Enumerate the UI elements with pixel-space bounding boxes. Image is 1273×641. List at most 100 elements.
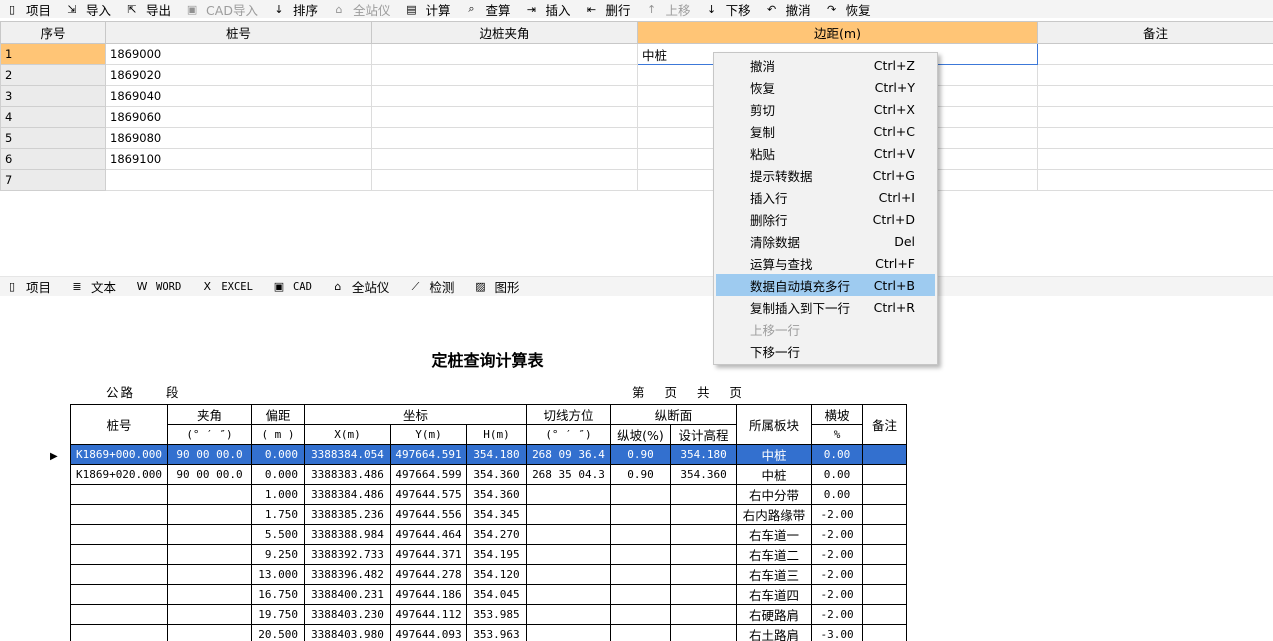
grid-stake-cell[interactable]: 1869100 (105, 148, 372, 170)
report-cell-h: 354.045 (466, 584, 527, 605)
grid-column-header[interactable]: 备注 (1037, 21, 1273, 44)
grid-note-cell[interactable] (1037, 127, 1273, 149)
grid-row-index[interactable]: 1 (0, 43, 106, 65)
toolbar-button-label: 下移 (725, 2, 751, 18)
output-button-5[interactable]: ⌂ 全站仪 (326, 278, 389, 296)
grid-row-index[interactable]: 4 (0, 106, 106, 128)
grid-row[interactable]: 1 1869000 中桩 (0, 43, 1273, 65)
grid-angle-cell[interactable] (371, 43, 638, 65)
toolbar-button-0[interactable]: ▯ 项目 (0, 0, 51, 18)
toolbar-button-12[interactable]: ↶ 撤消 (760, 0, 811, 18)
grid-column-header[interactable]: 桩号 (105, 21, 372, 44)
grid-note-cell[interactable] (1037, 148, 1273, 170)
menu-item[interactable]: 删除行 Ctrl+D (716, 208, 935, 230)
output-button-4[interactable]: ▣ CAD (267, 278, 312, 296)
report-row[interactable]: 5.500 3388388.984 497644.464 354.270 右车道一 -2.… (70, 524, 908, 545)
menu-item[interactable]: 数据自动填充多行 Ctrl+B (716, 274, 935, 296)
grid-row-index[interactable]: 3 (0, 85, 106, 107)
grid-note-cell[interactable] (1037, 85, 1273, 107)
output-button-7[interactable]: ▨ 图形 (468, 278, 519, 296)
report-row[interactable]: K1869+020.000 90 00 00.0 0.000 3388383.486 4… (70, 464, 908, 485)
grid-row[interactable]: 6 1869100 (0, 148, 1273, 170)
toolbar-button-6[interactable]: ▤ 计算 (399, 0, 450, 18)
report-row[interactable]: 13.000 3388396.482 497644.278 354.120 右车道三 -2… (70, 564, 908, 585)
header-angle: 夹角 (167, 404, 252, 425)
toolbar-button-8[interactable]: ⇥ 插入 (520, 0, 571, 18)
grid-row[interactable]: 5 1869080 (0, 127, 1273, 149)
output-button-3[interactable]: X EXCEL (195, 278, 253, 296)
insert-row-icon: ⇥ (526, 2, 537, 16)
menu-item[interactable]: 复制插入到下一行 Ctrl+R (716, 296, 935, 318)
grid-angle-cell[interactable] (371, 85, 638, 107)
grid-note-cell[interactable] (1037, 64, 1273, 86)
toolbar-button-10[interactable]: ↑ 上移 (640, 0, 691, 18)
menu-item[interactable]: 上移一行 (716, 318, 935, 340)
report-row[interactable]: 1.750 3388385.236 497644.556 354.345 右内路缘带 -2… (70, 504, 908, 525)
output-button-1[interactable]: ≣ 文本 (65, 278, 116, 296)
toolbar-button-9[interactable]: ⇤ 删行 (580, 0, 631, 18)
menu-item[interactable]: 提示转数据 Ctrl+G (716, 164, 935, 186)
grid-column-header[interactable]: 边桩夹角 (371, 21, 638, 44)
grid-stake-cell[interactable] (105, 169, 372, 191)
grid-stake-cell[interactable]: 1869080 (105, 127, 372, 149)
toolbar-button-3[interactable]: ▣ CAD导入 (180, 0, 258, 18)
toolbar-button-2[interactable]: ⇱ 导出 (120, 0, 171, 18)
menu-item[interactable]: 剪切 Ctrl+X (716, 98, 935, 120)
total-station-icon: ⌂ (335, 2, 343, 16)
toolbar-button-13[interactable]: ↷ 恢复 (820, 0, 871, 18)
grid-column-header[interactable]: 边距(m) (637, 21, 1038, 44)
grid-note-cell[interactable] (1037, 106, 1273, 128)
menu-item[interactable]: 下移一行 (716, 340, 935, 362)
menu-item[interactable]: 清除数据 Del (716, 230, 935, 252)
grid-row-index[interactable]: 6 (0, 148, 106, 170)
toolbar-button-1[interactable]: ⇲ 导入 (60, 0, 111, 18)
menu-item[interactable]: 粘贴 Ctrl+V (716, 142, 935, 164)
grid-row-index[interactable]: 2 (0, 64, 106, 86)
grid-row[interactable]: 7 (0, 169, 1273, 191)
grid-row[interactable]: 2 1869020 (0, 64, 1273, 86)
grid-note-cell[interactable] (1037, 43, 1273, 65)
report-cell-x: 3388400.231 (304, 584, 391, 605)
stake-report-table: 桩号 夹角 偏距 坐标 切线方位 纵断面 所属板块 横坡 备注 (° ′ ″) … (70, 404, 908, 641)
report-row[interactable]: 20.500 3388403.980 497644.093 353.963 右土路肩 -3… (70, 624, 908, 641)
report-cell-h: 354.195 (466, 544, 527, 565)
grid-angle-cell[interactable] (371, 148, 638, 170)
grid-row[interactable]: 3 1869040 (0, 85, 1273, 107)
toolbar-button-label: 计算 (425, 2, 451, 18)
grid-stake-cell[interactable]: 1869040 (105, 85, 372, 107)
grid-angle-cell[interactable] (371, 64, 638, 86)
grid-stake-cell[interactable]: 1869020 (105, 64, 372, 86)
report-cell-angle (167, 504, 252, 525)
grid-row-index[interactable]: 7 (0, 169, 106, 191)
report-row[interactable]: 19.750 3388403.230 497644.112 353.985 右硬路肩 -2… (70, 604, 908, 625)
report-cell-block: 右车道一 (736, 524, 813, 545)
toolbar-button-5[interactable]: ⌂ 全站仪 (327, 0, 390, 18)
output-button-2[interactable]: W WORD (130, 278, 182, 296)
grid-note-cell[interactable] (1037, 169, 1273, 191)
menu-item[interactable]: 运算与查找 Ctrl+F (716, 252, 935, 274)
toolbar-button-4[interactable]: ↓ 排序 (267, 0, 318, 18)
report-cell-elev: 354.360 (669, 464, 738, 485)
menu-item[interactable]: 撤消 Ctrl+Z (716, 54, 935, 76)
report-row[interactable]: 16.750 3388400.231 497644.186 354.045 右车道四 -2… (70, 584, 908, 605)
grid-angle-cell[interactable] (371, 169, 638, 191)
report-row[interactable]: K1869+000.000 90 00 00.0 0.000 3388384.054 4… (70, 444, 908, 465)
grid-row-index[interactable]: 5 (0, 127, 106, 149)
menu-item[interactable]: 复制 Ctrl+C (716, 120, 935, 142)
grid-row[interactable]: 4 1869060 (0, 106, 1273, 128)
report-row[interactable]: 1.000 3388384.486 497644.575 354.360 右中分带 0.0… (70, 484, 908, 505)
toolbar-button-11[interactable]: ↓ 下移 (700, 0, 751, 18)
header-tangent-unit: (° ′ ″) (526, 424, 611, 445)
grid-stake-cell[interactable]: 1869000 (105, 43, 372, 65)
grid-angle-cell[interactable] (371, 106, 638, 128)
toolbar-button-7[interactable]: ⌕ 查算 (460, 0, 510, 18)
report-row[interactable]: 9.250 3388392.733 497644.371 354.195 右车道二 -2.… (70, 544, 908, 565)
output-button-6[interactable]: ⟋ 检测 (403, 278, 455, 296)
grid-angle-cell[interactable] (371, 127, 638, 149)
menu-item[interactable]: 恢复 Ctrl+Y (716, 76, 935, 98)
report-cell-h: 354.180 (466, 444, 527, 465)
grid-stake-cell[interactable]: 1869060 (105, 106, 372, 128)
menu-item[interactable]: 插入行 Ctrl+I (716, 186, 935, 208)
output-button-0[interactable]: ▯ 项目 (0, 278, 51, 296)
grid-column-header[interactable]: 序号 (0, 21, 106, 44)
